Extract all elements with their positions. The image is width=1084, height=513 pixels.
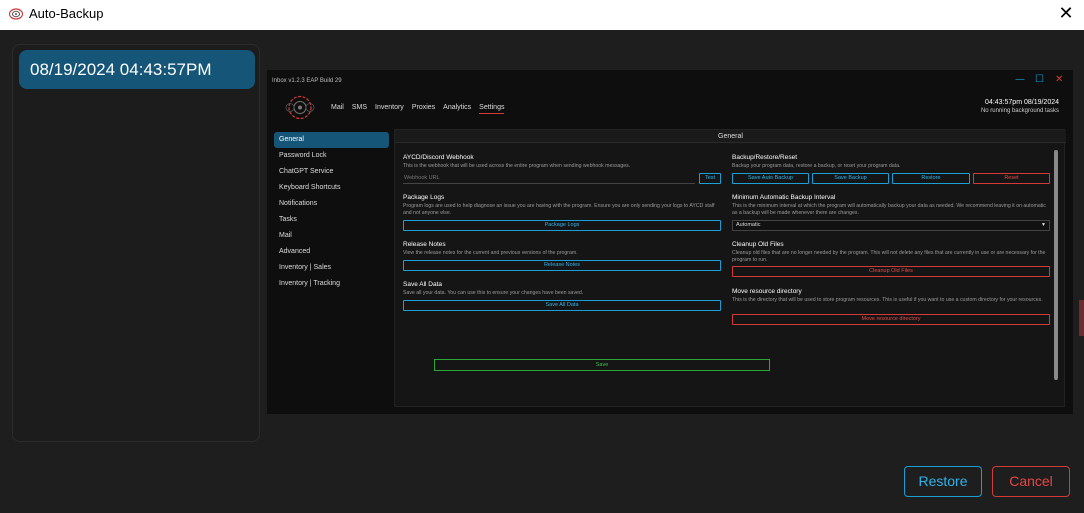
title-bar: Auto-Backup ✕ — [0, 0, 1084, 30]
settings-sidebar: General Password Lock ChatGPT Service Ke… — [274, 132, 389, 292]
sidebar-item-password-lock: Password Lock — [279, 152, 327, 159]
release-notes-button: Release Notes — [403, 260, 721, 271]
webhook-desc: This is the webhook that will be used ac… — [403, 163, 631, 169]
backup-interval-value: Automatic — [736, 222, 761, 228]
backup-interval-title: Minimum Automatic Backup Interval — [732, 194, 836, 201]
preview-build-label: Inbox v1.2.3 EAP Build 29 — [272, 78, 342, 84]
sidebar-item-notifications: Notifications — [279, 200, 318, 207]
window-title: Auto-Backup — [29, 6, 104, 21]
close-icon[interactable]: ✕ — [1058, 4, 1074, 24]
close-icon: ✕ — [1055, 74, 1064, 85]
nav-proxies: Proxies — [411, 104, 436, 111]
backup-list-item[interactable]: 08/19/2024 04:43:57PM — [19, 50, 255, 89]
webhook-test-button: Test — [699, 173, 721, 184]
backup-title: Backup/Restore/Reset — [732, 154, 798, 161]
sidebar-item-chatgpt: ChatGPT Service — [279, 168, 334, 175]
main-area: 08/19/2024 04:43:57PM Inbox v1.2.3 EAP B… — [0, 30, 1084, 513]
webhook-title: AYCD/Discord Webhook — [403, 154, 474, 161]
cleanup-title: Cleanup Old Files — [732, 241, 784, 248]
sidebar-item-mail: Mail — [279, 232, 292, 239]
clock-time: 04:43:57pm 08/19/2024 — [985, 99, 1059, 106]
restore-button[interactable]: Restore — [904, 466, 982, 497]
preview-nav: Mail SMS Inventory Proxies Analytics Set… — [331, 104, 505, 114]
sidebar-item-keyboard-shortcuts: Keyboard Shortcuts — [279, 184, 341, 191]
nav-sms: SMS — [351, 104, 368, 111]
cancel-button[interactable]: Cancel — [992, 466, 1070, 497]
save-backup-button: Save Backup — [812, 173, 889, 184]
package-logs-button: Package Logs — [403, 220, 721, 231]
restore-backup-button: Restore — [892, 173, 970, 184]
resource-dir-desc: This is the directory that will be used … — [732, 297, 1043, 303]
sidebar-item-inventory-sales: Inventory | Sales — [279, 264, 332, 271]
nav-mail: Mail — [331, 104, 344, 111]
sidebar-item-inventory-tracking: Inventory | Tracking — [279, 280, 340, 287]
cleanup-button: Cleanup Old Files — [732, 266, 1050, 277]
settings-save-button: Save — [434, 359, 770, 371]
chevron-down-icon: ▼ — [1041, 222, 1046, 228]
sidebar-item-general: General — [274, 132, 389, 148]
app-logo-icon — [285, 95, 315, 120]
release-notes-desc: View the release notes for the current a… — [403, 250, 578, 256]
webhook-input: Webhook URL — [403, 173, 695, 184]
nav-inventory: Inventory — [375, 104, 404, 111]
edge-artifact — [1079, 300, 1084, 336]
package-logs-title: Package Logs — [403, 194, 445, 201]
minimize-icon: — — [1015, 74, 1025, 85]
backup-list: 08/19/2024 04:43:57PM — [12, 44, 260, 442]
sidebar-item-tasks: Tasks — [279, 216, 297, 223]
release-notes-title: Release Notes — [403, 241, 446, 248]
maximize-icon: ☐ — [1035, 74, 1044, 85]
save-all-title: Save All Data — [403, 281, 443, 288]
save-all-button: Save All Data — [403, 300, 721, 311]
nav-analytics: Analytics — [443, 104, 472, 111]
app-logo-icon — [9, 8, 23, 20]
backup-preview: Inbox v1.2.3 EAP Build 29 — ☐ ✕ Mail SMS… — [267, 70, 1073, 414]
resource-dir-title: Move resource directory — [732, 288, 802, 295]
backup-interval-select: Automatic ▼ — [732, 220, 1050, 231]
cleanup-desc: Cleanup old files that are no longer nee… — [732, 250, 1046, 263]
package-logs-desc: Program logs are used to help diagnose a… — [403, 203, 715, 216]
nav-settings: Settings — [479, 104, 505, 114]
save-auto-backup-button: Save Auto Backup — [732, 173, 809, 184]
save-all-desc: Save all your data. You can use this to … — [403, 290, 584, 296]
content-header: General — [395, 130, 1066, 143]
sidebar-item-advanced: Advanced — [279, 248, 311, 255]
backup-interval-desc: This is the minimum interval at which th… — [732, 203, 1046, 216]
content-scrollbar — [1054, 150, 1058, 380]
background-tasks-status: No running background tasks — [980, 108, 1059, 114]
preview-clock: 04:43:57pm 08/19/2024 No running backgro… — [981, 99, 1059, 114]
backup-desc: Backup your program data, restore a back… — [732, 163, 901, 169]
resource-dir-button: Move resource directory — [732, 314, 1050, 325]
reset-button: Reset — [973, 173, 1050, 184]
